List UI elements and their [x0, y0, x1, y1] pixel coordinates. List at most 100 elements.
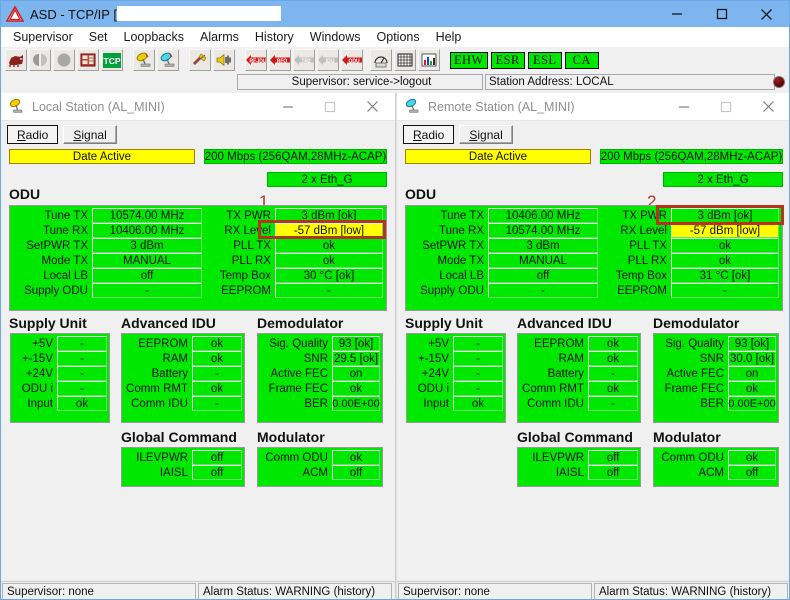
odu-label: RX Level — [224, 224, 271, 237]
remote-maximize-icon[interactable] — [705, 93, 747, 120]
local-antenna-icon[interactable] — [133, 49, 155, 71]
local-advanced-idu-title: Advanced IDU — [121, 315, 216, 331]
supply-row: ODU i- — [13, 381, 107, 396]
status-badge-ca[interactable]: CA — [564, 51, 599, 69]
connection-led-icon — [773, 76, 785, 88]
menu-item-set[interactable]: Set — [81, 28, 116, 46]
idu-value: - — [192, 396, 242, 411]
odu-row: Temp Box 30 °C [ok] — [203, 268, 384, 283]
loopback-tr2-icon[interactable]: TR2 — [293, 49, 315, 71]
supply-value: - — [57, 381, 107, 396]
idu-value: ok — [588, 381, 638, 396]
minimize-icon[interactable] — [654, 1, 699, 27]
chart-icon[interactable] — [418, 49, 440, 71]
demod-value: ok — [728, 381, 776, 396]
odu-row: Mode TX MANUAL — [408, 253, 599, 268]
idu-row: RAM ok — [124, 351, 242, 366]
odu-value: - — [274, 283, 383, 298]
idu-row: Comm RMT ok — [124, 381, 242, 396]
odu-label: PLL TX — [629, 239, 667, 252]
tools-icon[interactable] — [189, 49, 211, 71]
demod-row: BER 0.00E+00 — [260, 396, 380, 411]
close-icon[interactable] — [744, 1, 789, 27]
gc-row: ILEVPWR off — [124, 450, 242, 465]
cabinet-icon[interactable] — [77, 49, 99, 71]
broken-link-icon[interactable] — [29, 49, 51, 71]
supply-row: +5V - — [409, 336, 503, 351]
title-bar: ASD - TCP/IP [1 — [1, 1, 789, 27]
odu-label: Supply ODU — [420, 284, 484, 297]
idu-label: Comm RMT — [126, 382, 188, 395]
remote-close-icon[interactable] — [747, 93, 789, 120]
mod-value: ok — [728, 450, 776, 465]
idu-label: Comm RMT — [522, 382, 584, 395]
status-badge-ehw[interactable]: EHW — [450, 51, 488, 69]
supply-label: +24V — [25, 367, 53, 380]
speaker-icon[interactable] — [213, 49, 235, 71]
odu-label: Tune TX — [44, 209, 88, 222]
meter-icon[interactable] — [370, 49, 392, 71]
remote-statusbar-alarm: Alarm Status: WARNING (history) — [594, 582, 788, 599]
local-maximize-icon[interactable] — [309, 93, 351, 120]
supply-label: ODU i — [21, 382, 53, 395]
alarm-log-icon[interactable] — [5, 49, 27, 71]
odu-value: - — [92, 283, 202, 298]
gc-row: IAISL off — [520, 465, 638, 480]
loopback-rfile-icon[interactable]: RF-IDU — [245, 49, 267, 71]
demod-label: Sig. Quality — [269, 337, 328, 350]
local-modulator-title: Modulator — [257, 429, 325, 445]
odu-label: PLL RX — [627, 254, 667, 267]
odu-value: 31 °C [ok] — [670, 268, 779, 283]
local-close-icon[interactable] — [351, 93, 393, 120]
menu-item-help[interactable]: Help — [428, 28, 470, 46]
odu-row: EEPROM - — [599, 283, 780, 298]
local-tab-row: Radio Signal — [7, 125, 117, 144]
remote-advanced-idu-panel: EEPROM ok RAM ok Battery - Comm RMT ok Comm … — [517, 333, 641, 423]
remote-status-bar: Supervisor: none Alarm Status: WARNING (… — [397, 581, 789, 599]
tab-radio-local[interactable]: Radio — [7, 125, 59, 144]
menu-item-windows[interactable]: Windows — [302, 28, 369, 46]
odu-row: RX Level -57 dBm [low] — [599, 223, 780, 238]
gc-value: off — [192, 465, 242, 480]
grid-icon[interactable] — [394, 49, 416, 71]
local-modulator-panel: Comm ODU ok ACM off — [257, 447, 383, 487]
idu-label: EEPROM — [534, 337, 584, 350]
menu-item-loopbacks[interactable]: Loopbacks — [116, 28, 192, 46]
status-badge-esr[interactable]: ESR — [490, 51, 525, 69]
menu-item-supervisor[interactable]: Supervisor — [5, 28, 81, 46]
loopback-idu-icon[interactable]: IDU — [317, 49, 339, 71]
tab-signal-remote[interactable]: Signal — [459, 125, 513, 144]
supply-row: +24V - — [13, 366, 107, 381]
remote-demodulator-title: Demodulator — [653, 315, 740, 331]
demod-value: 29.5 [ok] — [332, 351, 380, 366]
supply-value: - — [57, 366, 107, 381]
circle-status-icon[interactable] — [53, 49, 75, 71]
demod-value: 93 [ok] — [332, 336, 380, 351]
remote-minimize-icon[interactable] — [663, 93, 705, 120]
remote-antenna-icon[interactable] — [157, 49, 179, 71]
demod-row: Sig. Quality 93 [ok] — [260, 336, 380, 351]
odu-row: RX Level -57 dBm [low] — [203, 223, 384, 238]
status-badge-esl[interactable]: ESL — [527, 51, 562, 69]
odu-label: Local LB — [439, 269, 484, 282]
tab-signal-local[interactable]: Signal — [63, 125, 117, 144]
idu-label: Comm IDU — [527, 397, 584, 410]
demod-label: Sig. Quality — [665, 337, 724, 350]
odu-value: MANUAL — [92, 253, 202, 268]
supply-label: +24V — [421, 367, 449, 380]
menu-item-options[interactable]: Options — [369, 28, 428, 46]
svg-text:ODU: ODU — [348, 58, 360, 64]
remote-capacity-bar: 200 Mbps (256QAM,28MHz-ACAP) — [600, 149, 783, 164]
demod-row: SNR 29.5 [ok] — [260, 351, 380, 366]
local-minimize-icon[interactable] — [267, 93, 309, 120]
gc-value: off — [192, 450, 242, 465]
loopback-rfo-icon[interactable]: RFO — [269, 49, 291, 71]
tcp-icon[interactable]: TCP — [101, 49, 123, 71]
svg-text:RF-IDU: RF-IDU — [250, 58, 266, 64]
menu-item-alarms[interactable]: Alarms — [192, 28, 247, 46]
demod-label: Active FEC — [270, 367, 328, 380]
maximize-icon[interactable] — [699, 1, 744, 27]
menu-item-history[interactable]: History — [247, 28, 302, 46]
tab-radio-remote[interactable]: Radio — [403, 125, 455, 144]
loopback-odu-icon[interactable]: ODU — [341, 49, 363, 71]
